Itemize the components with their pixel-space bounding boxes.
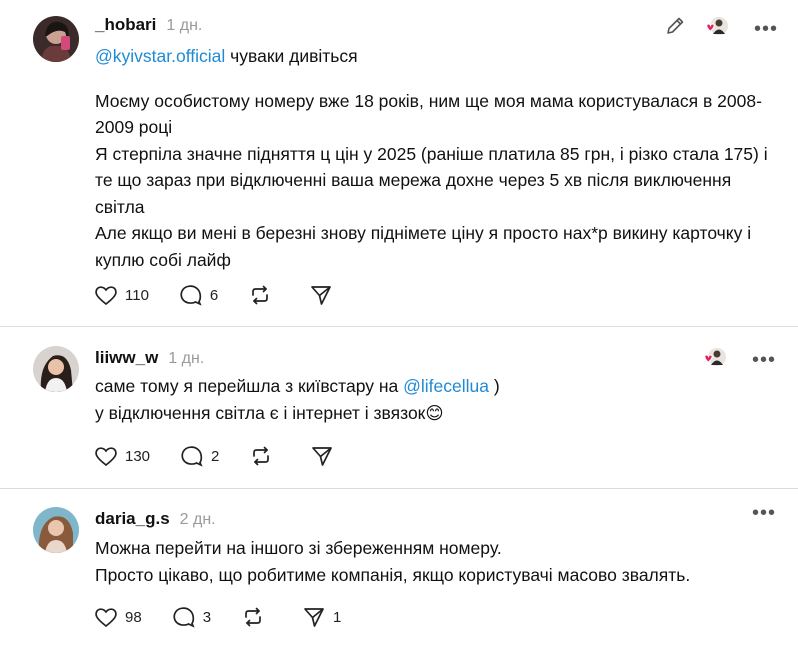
mention-link[interactable]: @lifecellua — [403, 376, 489, 396]
text-line: саме тому я перейшла з київстару на — [95, 376, 404, 396]
like-count: 110 — [125, 286, 149, 304]
share-count: 1 — [333, 608, 342, 626]
pencil-icon[interactable] — [664, 15, 686, 42]
share-button[interactable]: 1 — [302, 606, 341, 628]
reply-count: 3 — [202, 608, 212, 626]
post-header: liiww_w 1 дн. — [95, 348, 204, 368]
divider — [0, 488, 798, 489]
timestamp[interactable]: 1 дн. — [166, 17, 202, 35]
post-actions: 110 6 — [94, 284, 370, 306]
reply-count: 2 — [211, 447, 220, 465]
more-icon[interactable]: ••• — [752, 350, 776, 370]
avatar[interactable] — [33, 507, 79, 553]
repost-icon — [253, 446, 270, 466]
repost-icon — [245, 607, 261, 627]
share-icon — [312, 447, 333, 466]
text-line: Просто цікаво, що робитиме компанія, якщ… — [95, 564, 691, 585]
text-line: у відключення світла є і інтернет і звяз… — [95, 402, 444, 423]
timestamp[interactable]: 1 дн. — [168, 350, 204, 368]
username[interactable]: liiww_w — [95, 348, 158, 368]
post-actions: 130 2 — [94, 445, 371, 467]
text-line-suffix: ) — [488, 376, 500, 396]
heart-icon — [95, 286, 117, 306]
paragraph: Моєму особистому номеру вже 18 років, ни… — [95, 90, 762, 138]
paragraph: Я стерпіла значне підняття ц цін у 2025 … — [95, 143, 768, 217]
text-line: Можна перейти на іншого зі збереженням н… — [95, 538, 502, 558]
post-header: _hobari 1 дн. — [95, 15, 202, 35]
comment-icon — [180, 285, 202, 306]
like-count: 98 — [125, 608, 142, 626]
username[interactable]: daria_g.s — [95, 509, 170, 529]
avatar[interactable] — [33, 346, 79, 392]
username[interactable]: _hobari — [95, 15, 156, 35]
reply-button[interactable]: 2 — [180, 445, 219, 467]
reply-button[interactable]: 3 — [172, 606, 211, 628]
reply-count: 6 — [209, 286, 219, 304]
avatar[interactable] — [33, 16, 79, 62]
post-text: @kyivstar.official чуваки дивіться Моєму… — [95, 43, 785, 273]
post-header-actions: ••• — [664, 15, 778, 42]
more-icon[interactable]: ••• — [754, 19, 778, 39]
share-icon — [304, 608, 324, 627]
divider — [0, 326, 798, 327]
like-button[interactable]: 110 — [94, 284, 149, 306]
post-header: daria_g.s 2 дн. — [95, 509, 216, 529]
liked-by-author-avatar-icon — [702, 346, 728, 373]
like-button[interactable]: 98 — [94, 606, 142, 628]
mention-link[interactable]: @kyivstar.official — [95, 46, 225, 66]
heart-icon — [95, 608, 117, 628]
like-button[interactable]: 130 — [94, 445, 150, 467]
liked-by-author-avatar-icon — [704, 15, 730, 42]
comment-icon — [181, 446, 203, 467]
text-line: чуваки дивіться — [225, 46, 358, 66]
repost-button[interactable] — [249, 445, 280, 467]
repost-icon — [252, 285, 269, 305]
share-button[interactable] — [310, 445, 341, 467]
post-actions: 98 3 1 — [94, 606, 371, 628]
more-icon[interactable]: ••• — [752, 503, 776, 523]
post-header-actions: ••• — [702, 346, 776, 373]
reply-button[interactable]: 6 — [179, 284, 218, 306]
post-text: саме тому я перейшла з київстару на @lif… — [95, 373, 785, 426]
share-icon — [311, 286, 332, 305]
share-button[interactable] — [309, 284, 340, 306]
heart-icon — [95, 447, 117, 467]
repost-button[interactable] — [241, 606, 272, 628]
post-text: Можна перейти на іншого зі збереженням н… — [95, 535, 785, 588]
paragraph: Але якщо ви мені в березні знову підніме… — [95, 223, 752, 270]
post-header-actions: ••• — [752, 503, 776, 523]
like-count: 130 — [125, 447, 151, 465]
comment-icon — [173, 607, 195, 628]
timestamp[interactable]: 2 дн. — [180, 511, 216, 529]
repost-button[interactable] — [248, 284, 279, 306]
